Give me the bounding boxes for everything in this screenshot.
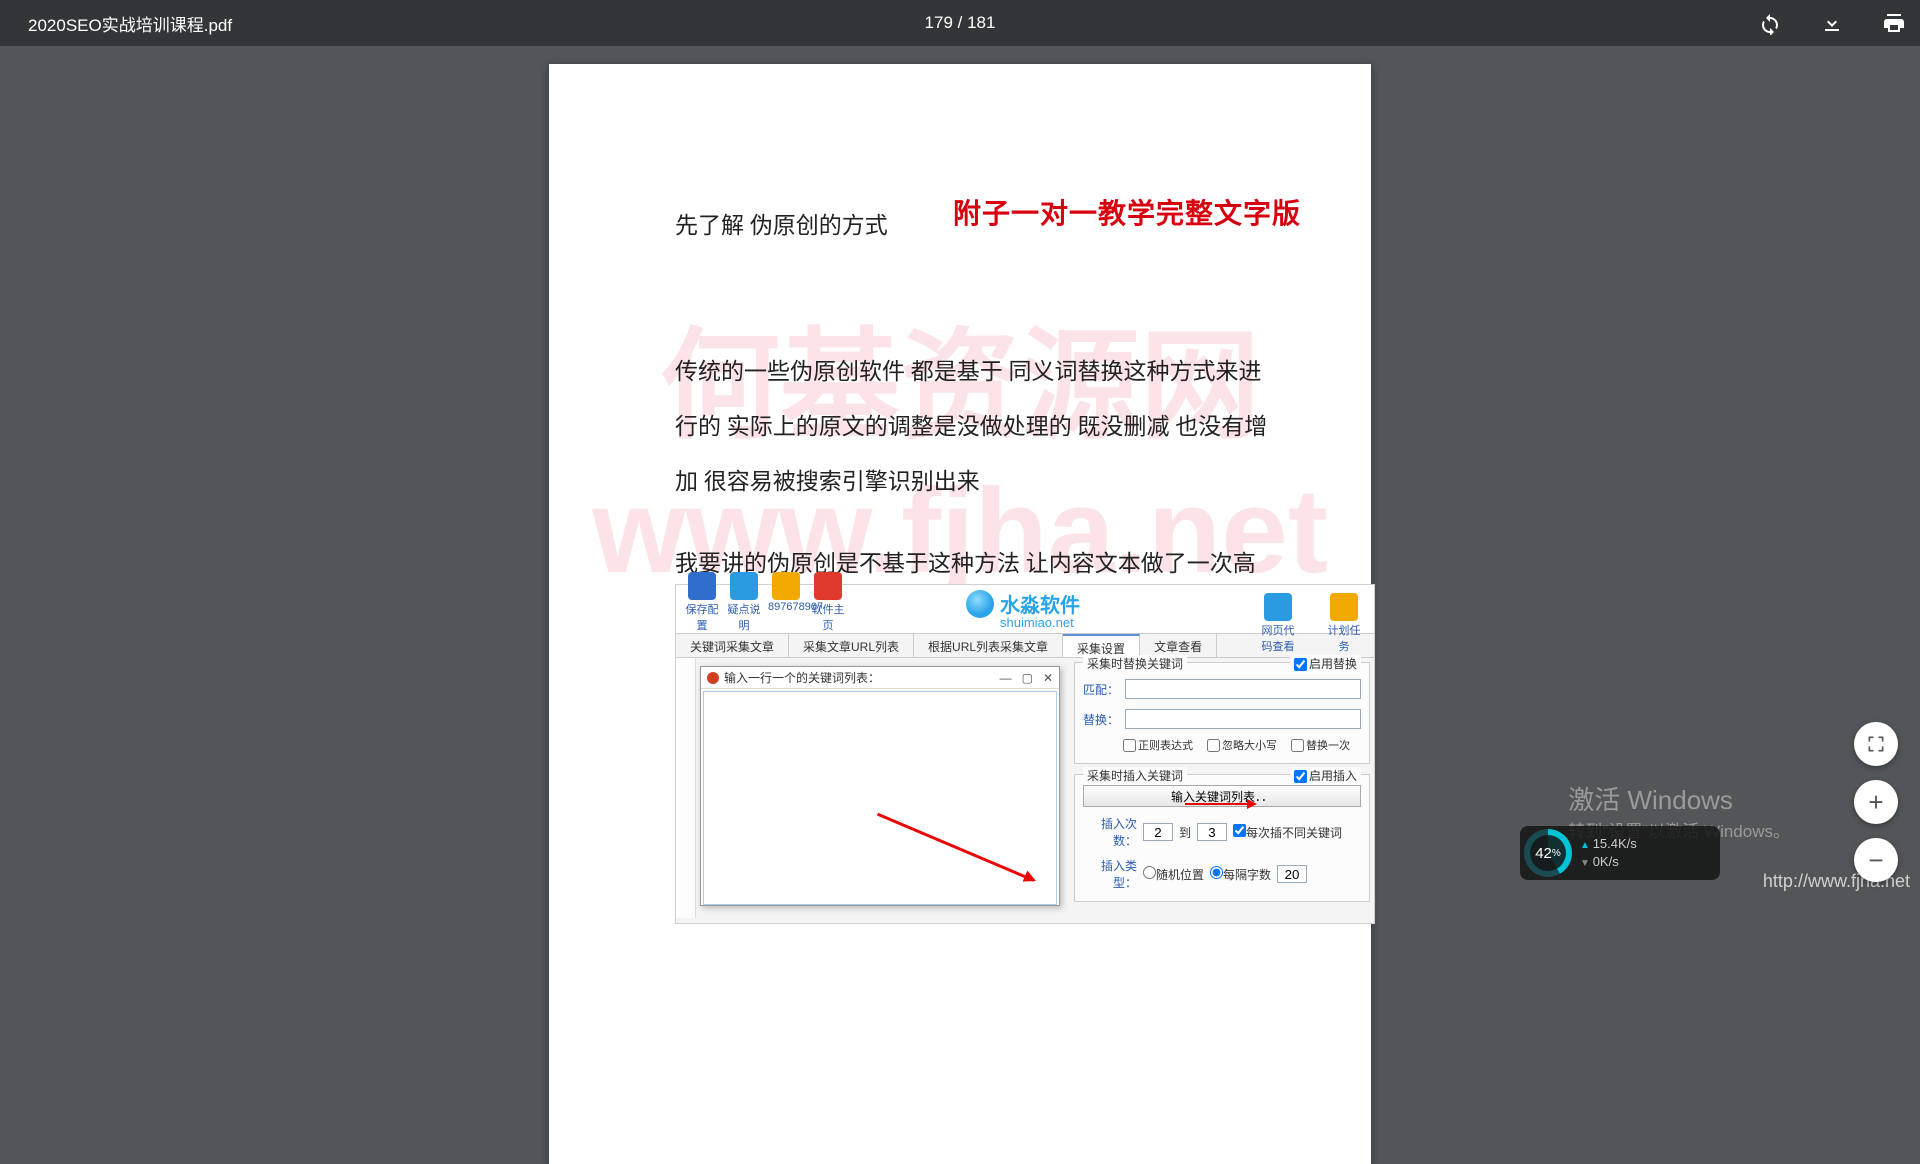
- embedded-app-screenshot: 保存配置疑点说明897678907软件主页 水淼软件 shuimiao.net …: [675, 584, 1375, 924]
- page-indicator: 179 / 181: [925, 13, 996, 33]
- tab-4[interactable]: 文章查看: [1140, 634, 1217, 657]
- toolbar-icon[interactable]: 897678907: [768, 572, 804, 633]
- toolbar-icon[interactable]: 疑点说明: [726, 572, 762, 633]
- app-brand: 水淼软件 shuimiao.net: [966, 589, 1080, 618]
- red-arrow-2: [1185, 803, 1255, 805]
- page-viewport[interactable]: 何基资源网 www.fjha.net 附子一对一教学完整文字版 先了解 伪原创的…: [0, 46, 1920, 902]
- maximize-icon[interactable]: ▢: [1022, 671, 1033, 685]
- doc-paragraph-1: 先了解 伪原创的方式: [675, 198, 1271, 253]
- group-title-replace: 采集时替换关键词: [1083, 655, 1187, 672]
- water-drop-icon: [966, 590, 994, 618]
- zoom-controls: + −: [1854, 722, 1898, 882]
- every-radio[interactable]: 每隔字数: [1210, 866, 1271, 883]
- pdf-page: 何基资源网 www.fjha.net 附子一对一教学完整文字版 先了解 伪原创的…: [549, 64, 1371, 1164]
- replace-input[interactable]: [1125, 709, 1361, 729]
- once-checkbox[interactable]: 替换一次: [1291, 737, 1350, 753]
- zoom-out-button[interactable]: −: [1854, 838, 1898, 882]
- toolbar-right-icon[interactable]: 网页代码查看: [1258, 593, 1298, 654]
- replace-group: 采集时替换关键词 启用替换 匹配： 替换： 正则表达式 忽略大小写 替换一次: [1074, 662, 1370, 764]
- upload-speed: 15.4K/s: [1580, 835, 1637, 853]
- dialog-textarea[interactable]: [703, 691, 1057, 905]
- rotate-icon[interactable]: [1756, 9, 1784, 37]
- group-title-insert: 采集时插入关键词: [1083, 767, 1187, 784]
- toolbar-icon[interactable]: 软件主页: [810, 572, 846, 633]
- brand-domain: shuimiao.net: [1000, 615, 1074, 630]
- toolbar-right-icon[interactable]: 计划任务: [1324, 593, 1364, 654]
- every-value[interactable]: [1277, 865, 1307, 883]
- dialog-icon: [707, 672, 719, 684]
- app-left-panel: [676, 658, 696, 918]
- replace-label: 替换：: [1083, 711, 1119, 728]
- tab-0[interactable]: 关键词采集文章: [676, 634, 789, 657]
- download-icon[interactable]: [1818, 9, 1846, 37]
- enable-insert-checkbox[interactable]: 启用插入: [1290, 767, 1361, 784]
- match-input[interactable]: [1125, 679, 1361, 699]
- match-label: 匹配：: [1083, 681, 1119, 698]
- keyword-dialog: 输入一行一个的关键词列表： — ▢ ✕: [700, 666, 1060, 906]
- doc-paragraph-2: 传统的一些伪原创软件 都是基于 同义词替换这种方式来进行的 实际上的原文的调整是…: [675, 344, 1271, 510]
- diff-checkbox[interactable]: 每次插不同关键词: [1233, 824, 1342, 841]
- dialog-title: 输入一行一个的关键词列表：: [724, 669, 880, 686]
- tab-2[interactable]: 根据URL列表采集文章: [914, 634, 1063, 657]
- times-to[interactable]: [1197, 823, 1227, 841]
- times-from[interactable]: [1143, 823, 1173, 841]
- toolbar-icon[interactable]: 保存配置: [684, 572, 720, 633]
- network-speed-widget[interactable]: 42% 15.4K/s 0K/s: [1520, 826, 1720, 880]
- app-toolbar: 保存配置疑点说明897678907软件主页 水淼软件 shuimiao.net …: [676, 585, 1374, 633]
- enable-replace-checkbox[interactable]: 启用替换: [1290, 655, 1361, 672]
- regex-checkbox[interactable]: 正则表达式: [1123, 737, 1193, 753]
- zoom-in-button[interactable]: +: [1854, 780, 1898, 824]
- tab-3[interactable]: 采集设置: [1063, 634, 1140, 657]
- fit-page-button[interactable]: [1854, 722, 1898, 766]
- tab-1[interactable]: 采集文章URL列表: [789, 634, 914, 657]
- insert-group: 采集时插入关键词 启用插入 输入关键词列表．． 插入次数： 到 每次插不同关键词: [1074, 774, 1370, 902]
- pdf-viewer-toolbar: 2020SEO实战培训课程.pdf 179 / 181: [0, 0, 1920, 46]
- brand-name: 水淼软件: [1000, 589, 1080, 618]
- speed-ring: 42%: [1524, 829, 1572, 877]
- file-name: 2020SEO实战培训课程.pdf: [28, 11, 232, 36]
- minimize-icon[interactable]: —: [1000, 671, 1012, 685]
- type-label: 插入类型：: [1083, 857, 1137, 891]
- times-label: 插入次数：: [1083, 815, 1137, 849]
- print-icon[interactable]: [1880, 9, 1908, 37]
- red-arrow-1: [877, 813, 1035, 882]
- to-label: 到: [1179, 824, 1191, 841]
- rand-radio[interactable]: 随机位置: [1143, 866, 1204, 883]
- download-speed: 0K/s: [1580, 853, 1637, 871]
- case-checkbox[interactable]: 忽略大小写: [1207, 737, 1277, 753]
- close-icon[interactable]: ✕: [1043, 671, 1053, 685]
